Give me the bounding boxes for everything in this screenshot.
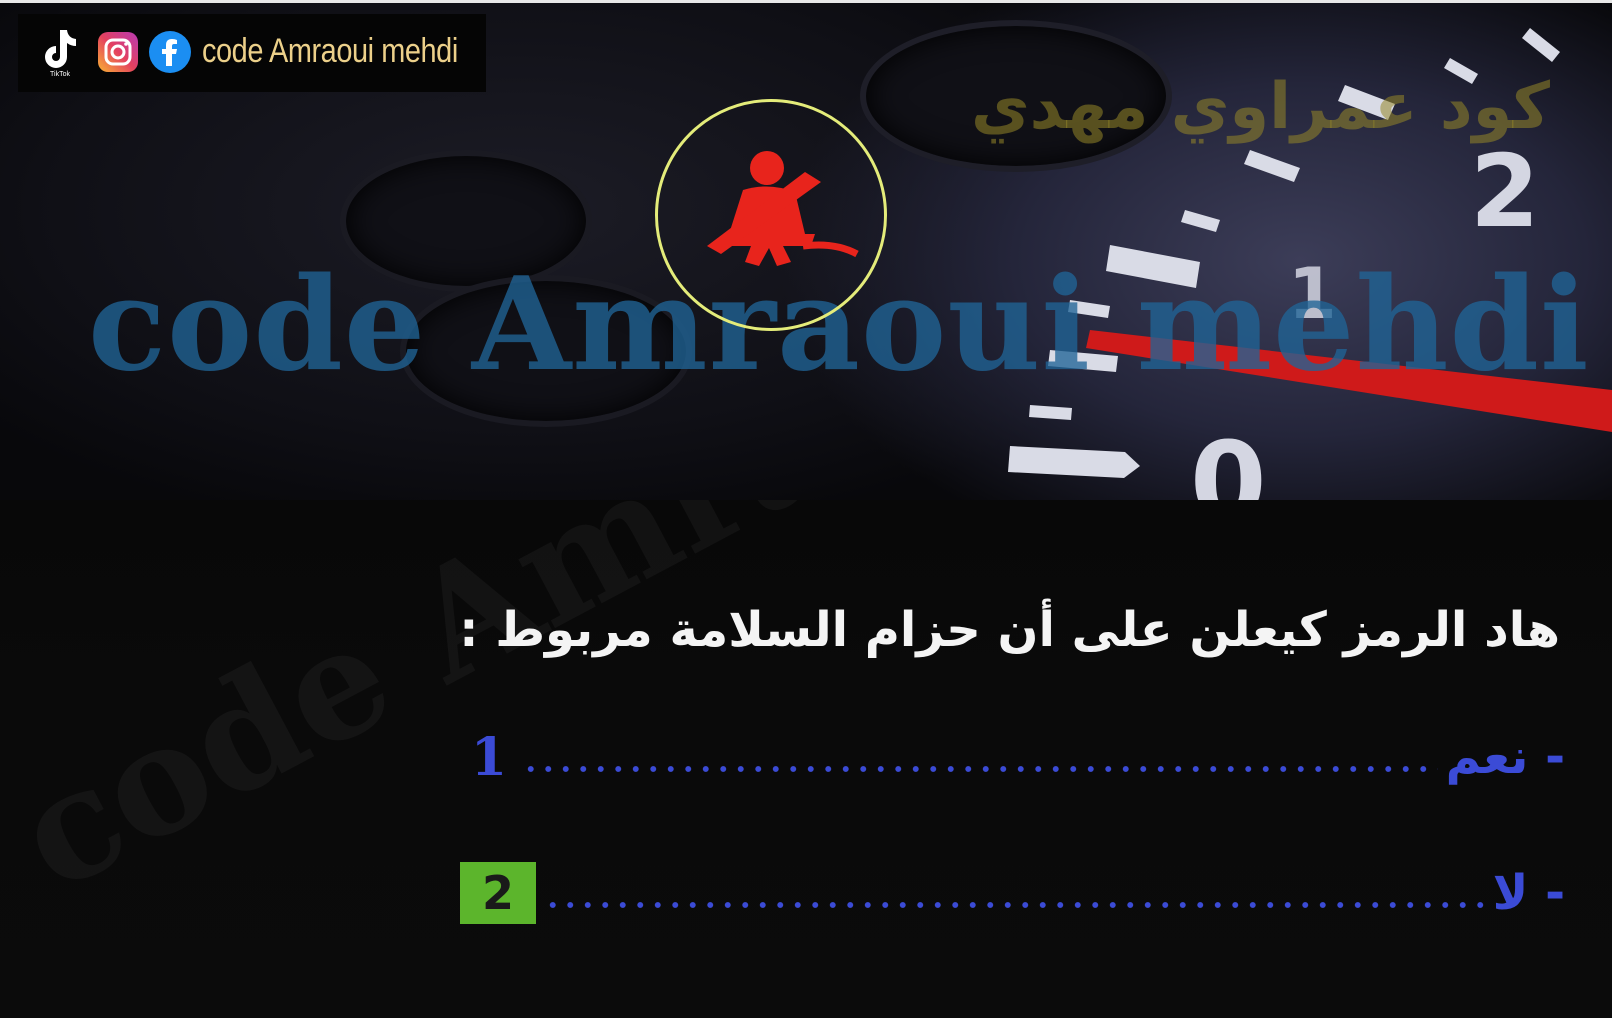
social-header: TikTok code Amraoui mehdi: [18, 14, 486, 92]
dotted-leader: [522, 766, 1438, 772]
instagram-icon[interactable]: [96, 30, 140, 74]
answer-number: 1: [470, 726, 508, 788]
gauge-number: 0: [1190, 418, 1267, 500]
video-frame: كود عمراوي مهدي 2 1 0 code Amraoui mehdi…: [0, 0, 1612, 1018]
answer-option[interactable]: 2 - لا: [460, 858, 1565, 928]
gauge-number: 2: [1470, 133, 1540, 250]
dotted-leader: [544, 902, 1485, 908]
answer-number-selected: 2: [460, 862, 536, 924]
tiktok-caption: TikTok: [50, 71, 70, 78]
seatbelt-warning-icon: [707, 151, 859, 266]
facebook-icon[interactable]: [148, 30, 192, 74]
answer-option[interactable]: 1 - نعم: [460, 722, 1565, 792]
answer-label: - نعم: [1445, 729, 1565, 785]
dashboard-photo: كود عمراوي مهدي 2 1 0 code Amraoui mehdi…: [0, 0, 1612, 500]
question-text: هاد الرمز كيعلن على أن حزام السلامة مربو…: [459, 602, 1560, 658]
tiktok-icon[interactable]: TikTok: [40, 26, 80, 78]
brand-handle[interactable]: code Amraoui mehdi: [202, 32, 458, 71]
quiz-panel: code Amraoui هاد الرمز كيعلن على أن حزام…: [0, 500, 1612, 1018]
answer-label: - لا: [1492, 865, 1565, 921]
